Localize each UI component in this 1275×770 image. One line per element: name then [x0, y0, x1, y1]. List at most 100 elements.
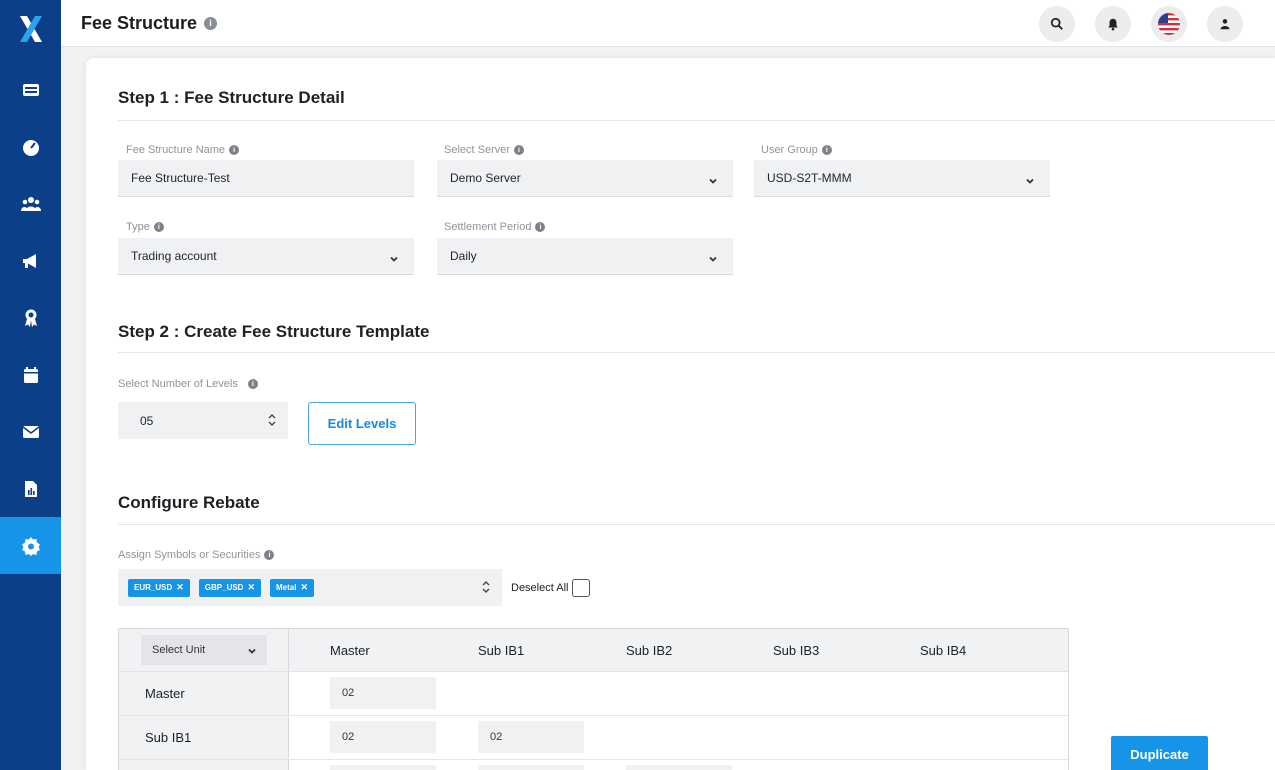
step1-title: Step 1 : Fee Structure Detail	[118, 88, 345, 107]
edit-levels-button[interactable]: Edit Levels	[308, 402, 416, 445]
remove-tag-icon[interactable]: ✕	[176, 582, 184, 593]
bell-icon	[1108, 18, 1118, 31]
levels-stepper[interactable]: 05	[118, 402, 288, 439]
step2-title: Step 2 : Create Fee Structure Template	[118, 322, 430, 341]
app-logo[interactable]	[0, 0, 61, 58]
chevron-down-icon	[390, 252, 398, 262]
table-header: Select Unit Master Sub IB1 Sub IB2 Sub I…	[119, 629, 1068, 672]
remove-tag-icon[interactable]: ✕	[247, 582, 255, 593]
chevron-down-icon	[248, 646, 256, 658]
rebate-table: Select Unit Master Sub IB1 Sub IB2 Sub I…	[118, 628, 1069, 770]
nav-item-analytics[interactable]	[0, 118, 61, 175]
user-group-value: USD-S2T-MMM	[767, 171, 852, 185]
server-label: Select Server i	[444, 144, 525, 156]
profile-button[interactable]	[1207, 6, 1243, 42]
server-select[interactable]: Demo Server	[437, 160, 733, 197]
settlement-select[interactable]: Daily	[437, 238, 733, 275]
chevron-down-icon	[709, 252, 717, 262]
megaphone-icon	[22, 253, 36, 268]
us-flag-icon	[1158, 13, 1180, 35]
info-icon[interactable]: i	[204, 16, 218, 30]
column-header: Master	[330, 643, 370, 658]
info-icon[interactable]: i	[247, 379, 258, 389]
type-select[interactable]: Trading account	[118, 238, 414, 275]
nav-item-calendar[interactable]	[0, 346, 61, 403]
settlement-label: Settlement Period i	[444, 221, 546, 233]
page-title: Fee Structure	[81, 12, 198, 33]
nav-item-messages[interactable]	[0, 403, 61, 460]
search-button[interactable]	[1039, 6, 1075, 42]
nav-item-settings[interactable]	[0, 517, 61, 574]
rebate-title: Configure Rebate	[118, 493, 260, 512]
column-header: Sub IB3	[773, 643, 820, 658]
fee-structure-card: Step 1 : Fee Structure Detail Fee Struct…	[86, 58, 1275, 770]
nav-item-users[interactable]	[0, 175, 61, 232]
rebate-cell-input[interactable]	[330, 765, 436, 770]
symbol-tag: EUR_USD ✕	[128, 578, 190, 597]
info-icon[interactable]: i	[821, 145, 832, 155]
nav-item-campaigns[interactable]	[0, 232, 61, 289]
stepper-arrows-icon	[268, 412, 276, 428]
info-icon[interactable]: i	[535, 222, 546, 232]
step2-divider	[118, 352, 1275, 353]
remove-tag-icon[interactable]: ✕	[300, 582, 308, 593]
settlement-value: Daily	[450, 249, 477, 263]
step1-divider	[118, 120, 1275, 121]
row-header: Sub IB1	[119, 716, 288, 759]
nav-item-rewards[interactable]	[0, 289, 61, 346]
symbol-tag-label: EUR_USD	[134, 583, 173, 592]
column-header: Sub IB1	[478, 643, 525, 658]
users-icon	[20, 196, 41, 211]
select-unit-value: Select Unit	[152, 644, 206, 656]
rebate-cell-input[interactable]	[626, 765, 732, 770]
select-unit-dropdown[interactable]: Select Unit	[141, 635, 267, 665]
type-label-text: Type	[126, 221, 150, 233]
language-button[interactable]	[1151, 6, 1187, 42]
row-header	[119, 760, 288, 770]
deselect-all: Deselect All	[511, 579, 591, 597]
symbol-tag: GBP_USD ✕	[198, 578, 262, 597]
table-row: Master 02	[119, 672, 1068, 716]
fee-name-input[interactable]: Fee Structure-Test	[118, 160, 414, 197]
rebate-cell-input[interactable]: 02	[478, 721, 584, 753]
stepper-arrows-icon	[482, 579, 490, 595]
deselect-all-checkbox[interactable]	[572, 579, 591, 597]
table-row	[119, 760, 1068, 770]
symbols-label: Assign Symbols or Securities i	[118, 549, 275, 561]
levels-label: Select Number of Levels i	[118, 378, 258, 390]
logo-icon	[19, 16, 42, 42]
deselect-all-label: Deselect All	[511, 582, 569, 594]
server-value: Demo Server	[450, 171, 521, 185]
calendar-icon	[23, 366, 38, 383]
notifications-button[interactable]	[1095, 6, 1131, 42]
symbols-label-text: Assign Symbols or Securities	[118, 549, 261, 561]
column-divider	[288, 760, 289, 770]
user-icon	[1220, 19, 1230, 30]
fee-name-label-text: Fee Structure Name	[126, 144, 226, 156]
user-group-label-text: User Group	[761, 144, 818, 156]
gear-icon	[21, 536, 40, 556]
info-icon[interactable]: i	[229, 145, 240, 155]
info-icon[interactable]: i	[264, 550, 275, 560]
server-label-text: Select Server	[444, 144, 511, 156]
rebate-cell-input[interactable]: 02	[330, 721, 436, 753]
symbols-multiselect[interactable]: EUR_USD ✕ GBP_USD ✕ Metal ✕	[118, 569, 502, 606]
settlement-label-text: Settlement Period	[444, 221, 532, 233]
rebate-cell-input[interactable]: 02	[330, 677, 436, 709]
levels-value: 05	[140, 413, 154, 428]
info-icon[interactable]: i	[153, 222, 164, 232]
fee-name-value: Fee Structure-Test	[131, 171, 230, 185]
column-divider	[288, 629, 289, 671]
rebate-divider	[118, 524, 1275, 525]
duplicate-button[interactable]: Duplicate	[1111, 736, 1208, 770]
column-divider	[288, 672, 289, 715]
info-icon[interactable]: i	[514, 145, 525, 155]
gauge-icon	[22, 139, 39, 156]
nav-item-dashboard[interactable]	[0, 61, 61, 118]
top-bar: Fee Structure i	[61, 0, 1275, 47]
user-group-select[interactable]: USD-S2T-MMM	[754, 160, 1050, 197]
nav-item-reports[interactable]	[0, 460, 61, 517]
rebate-cell-input[interactable]	[478, 765, 584, 770]
user-group-label: User Group i	[761, 144, 832, 156]
sidebar	[0, 0, 61, 770]
